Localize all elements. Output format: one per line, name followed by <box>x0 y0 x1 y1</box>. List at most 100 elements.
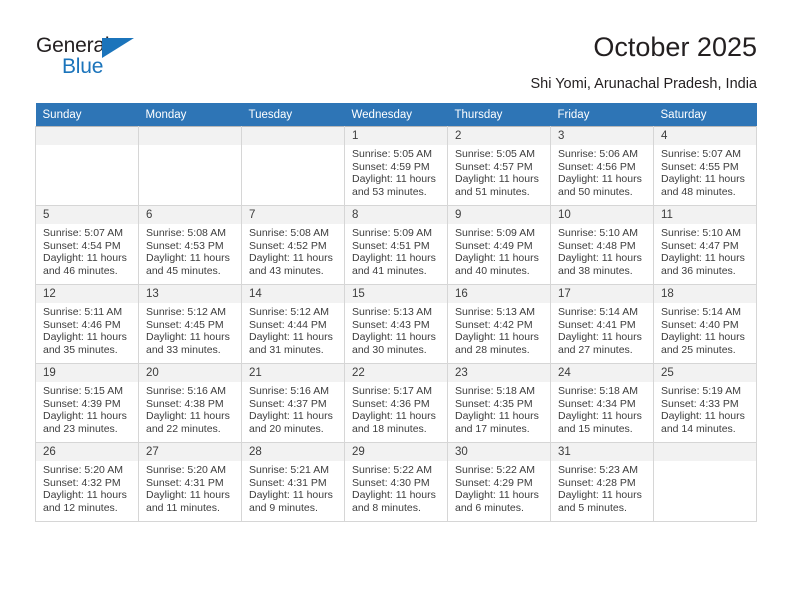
calendar-day-cell[interactable]: 27 Sunrise: 5:20 AM Sunset: 4:31 PM Dayligh… <box>138 442 242 522</box>
sunrise-time: Sunrise: 5:19 AM <box>661 385 741 397</box>
daylight-duration-line1: Daylight: 11 hours <box>249 410 333 423</box>
daylight-duration-line1: Daylight: 11 hours <box>558 331 642 344</box>
day-number: 11 <box>654 206 756 224</box>
calendar-day-cell[interactable]: 21 Sunrise: 5:16 AM Sunset: 4:37 PM Dayligh… <box>241 363 345 443</box>
sunrise-time: Sunrise: 5:10 AM <box>661 227 741 239</box>
daylight-duration-line2: and 38 minutes. <box>558 264 633 277</box>
sunset-time: Sunset: 4:31 PM <box>146 476 224 489</box>
calendar-day-cell[interactable]: 17 Sunrise: 5:14 AM Sunset: 4:41 PM Dayligh… <box>550 284 654 364</box>
daylight-duration-line2: and 11 minutes. <box>146 501 220 514</box>
calendar-day-cell[interactable]: 13 Sunrise: 5:12 AM Sunset: 4:45 PM Dayligh… <box>138 284 242 364</box>
calendar-week-row: 12 Sunrise: 5:11 AM Sunset: 4:46 PM Dayligh… <box>35 284 757 364</box>
calendar-day-cell[interactable]: 30 Sunrise: 5:22 AM Sunset: 4:29 PM Dayligh… <box>447 442 551 522</box>
daylight-duration-line2: and 8 minutes. <box>352 501 421 514</box>
calendar-day-cell[interactable]: 24 Sunrise: 5:18 AM Sunset: 4:34 PM Dayligh… <box>550 363 654 443</box>
sunset-time: Sunset: 4:57 PM <box>455 160 533 173</box>
daylight-duration-line1: Daylight: 11 hours <box>352 173 436 186</box>
calendar-day-cell[interactable]: 19 Sunrise: 5:15 AM Sunset: 4:39 PM Dayligh… <box>35 363 139 443</box>
daylight-duration-line2: and 50 minutes. <box>558 185 633 198</box>
calendar-day-cell[interactable]: 2 Sunrise: 5:05 AM Sunset: 4:57 PM Daylight… <box>447 126 551 206</box>
daylight-duration-line2: and 33 minutes. <box>146 343 221 356</box>
calendar-day-cell[interactable]: 25 Sunrise: 5:19 AM Sunset: 4:33 PM Dayligh… <box>653 363 757 443</box>
calendar-day-cell[interactable]: 14 Sunrise: 5:12 AM Sunset: 4:44 PM Dayligh… <box>241 284 345 364</box>
sunset-time: Sunset: 4:53 PM <box>146 239 224 252</box>
day-details: Sunrise: 5:06 AM Sunset: 4:56 PM Daylight:… <box>551 145 653 198</box>
daylight-duration-line2: and 30 minutes. <box>352 343 427 356</box>
sunset-time: Sunset: 4:33 PM <box>661 397 739 410</box>
daylight-duration-line1: Daylight: 11 hours <box>146 331 230 344</box>
daylight-duration-line2: and 15 minutes. <box>558 422 633 435</box>
sunrise-time: Sunrise: 5:23 AM <box>558 464 638 476</box>
sunset-time: Sunset: 4:28 PM <box>558 476 636 489</box>
calendar-day-cell[interactable]: 7 Sunrise: 5:08 AM Sunset: 4:52 PM Daylight… <box>241 205 345 285</box>
calendar-day-cell[interactable]: 6 Sunrise: 5:08 AM Sunset: 4:53 PM Daylight… <box>138 205 242 285</box>
sunset-time: Sunset: 4:36 PM <box>352 397 430 410</box>
calendar-day-cell[interactable]: 31 Sunrise: 5:23 AM Sunset: 4:28 PM Dayligh… <box>550 442 654 522</box>
day-number: 16 <box>448 285 550 303</box>
day-details: Sunrise: 5:20 AM Sunset: 4:31 PM Daylight:… <box>139 461 241 514</box>
calendar-day-cell[interactable]: 12 Sunrise: 5:11 AM Sunset: 4:46 PM Dayligh… <box>35 284 139 364</box>
daylight-duration-line1: Daylight: 11 hours <box>352 410 436 423</box>
daylight-duration-line2: and 51 minutes. <box>455 185 530 198</box>
day-details: Sunrise: 5:05 AM Sunset: 4:59 PM Daylight:… <box>345 145 447 198</box>
daylight-duration-line1: Daylight: 11 hours <box>352 252 436 265</box>
day-number: 19 <box>36 364 138 382</box>
day-details: Sunrise: 5:17 AM Sunset: 4:36 PM Daylight:… <box>345 382 447 435</box>
weekday-header-friday: Friday <box>550 103 654 127</box>
day-number: 3 <box>551 127 653 145</box>
calendar-day-cell[interactable]: 5 Sunrise: 5:07 AM Sunset: 4:54 PM Daylight… <box>35 205 139 285</box>
calendar-day-cell[interactable]: 29 Sunrise: 5:22 AM Sunset: 4:30 PM Dayligh… <box>344 442 448 522</box>
daylight-duration-line1: Daylight: 11 hours <box>43 252 127 265</box>
day-number: 26 <box>36 443 138 461</box>
daylight-duration-line2: and 25 minutes. <box>661 343 736 356</box>
sunrise-time: Sunrise: 5:17 AM <box>352 385 432 397</box>
sunrise-time: Sunrise: 5:15 AM <box>43 385 123 397</box>
daylight-duration-line2: and 48 minutes. <box>661 185 736 198</box>
calendar-day-cell[interactable]: 18 Sunrise: 5:14 AM Sunset: 4:40 PM Dayligh… <box>653 284 757 364</box>
daylight-duration-line2: and 12 minutes. <box>43 501 118 514</box>
day-number: 27 <box>139 443 241 461</box>
daylight-duration-line1: Daylight: 11 hours <box>455 331 539 344</box>
sunrise-time: Sunrise: 5:14 AM <box>558 306 638 318</box>
daylight-duration-line2: and 22 minutes. <box>146 422 221 435</box>
day-number: 31 <box>551 443 653 461</box>
daylight-duration-line2: and 46 minutes. <box>43 264 118 277</box>
calendar-day-cell[interactable]: 9 Sunrise: 5:09 AM Sunset: 4:49 PM Daylight… <box>447 205 551 285</box>
daylight-duration-line1: Daylight: 11 hours <box>558 252 642 265</box>
calendar-day-cell[interactable]: 10 Sunrise: 5:10 AM Sunset: 4:48 PM Dayligh… <box>550 205 654 285</box>
calendar-day-cell[interactable]: 22 Sunrise: 5:17 AM Sunset: 4:36 PM Dayligh… <box>344 363 448 443</box>
calendar-day-cell[interactable]: 28 Sunrise: 5:21 AM Sunset: 4:31 PM Dayligh… <box>241 442 345 522</box>
sunset-time: Sunset: 4:46 PM <box>43 318 121 331</box>
calendar-week-row: 19 Sunrise: 5:15 AM Sunset: 4:39 PM Dayligh… <box>35 363 757 443</box>
day-details: Sunrise: 5:14 AM Sunset: 4:41 PM Daylight:… <box>551 303 653 356</box>
daylight-duration-line2: and 35 minutes. <box>43 343 118 356</box>
calendar-day-cell[interactable]: 4 Sunrise: 5:07 AM Sunset: 4:55 PM Daylight… <box>653 126 757 206</box>
calendar-day-cell[interactable]: 3 Sunrise: 5:06 AM Sunset: 4:56 PM Daylight… <box>550 126 654 206</box>
calendar-day-cell-empty <box>241 126 345 206</box>
day-number: 13 <box>139 285 241 303</box>
calendar-day-cell[interactable]: 8 Sunrise: 5:09 AM Sunset: 4:51 PM Daylight… <box>344 205 448 285</box>
calendar-day-cell[interactable]: 20 Sunrise: 5:16 AM Sunset: 4:38 PM Dayligh… <box>138 363 242 443</box>
calendar-day-cell[interactable]: 1 Sunrise: 5:05 AM Sunset: 4:59 PM Daylight… <box>344 126 448 206</box>
sunrise-time: Sunrise: 5:08 AM <box>146 227 226 239</box>
daylight-duration-line2: and 9 minutes. <box>249 501 318 514</box>
calendar-day-cell[interactable]: 11 Sunrise: 5:10 AM Sunset: 4:47 PM Dayligh… <box>653 205 757 285</box>
day-details: Sunrise: 5:18 AM Sunset: 4:35 PM Daylight:… <box>448 382 550 435</box>
weekday-header-monday: Monday <box>138 103 242 127</box>
day-details: Sunrise: 5:09 AM Sunset: 4:51 PM Daylight:… <box>345 224 447 277</box>
sunset-time: Sunset: 4:47 PM <box>661 239 739 252</box>
calendar-day-cell[interactable]: 23 Sunrise: 5:18 AM Sunset: 4:35 PM Dayligh… <box>447 363 551 443</box>
daylight-duration-line2: and 53 minutes. <box>352 185 427 198</box>
sunset-time: Sunset: 4:49 PM <box>455 239 533 252</box>
general-blue-logo[interactable]: General Blue <box>36 34 144 80</box>
daylight-duration-line1: Daylight: 11 hours <box>558 489 642 502</box>
weekday-header: Sunday Monday Tuesday Wednesday Thursday Frid… <box>35 103 757 127</box>
daylight-duration-line1: Daylight: 11 hours <box>352 331 436 344</box>
daylight-duration-line2: and 41 minutes. <box>352 264 427 277</box>
sunrise-time: Sunrise: 5:08 AM <box>249 227 329 239</box>
day-number: 21 <box>242 364 344 382</box>
calendar-day-cell[interactable]: 26 Sunrise: 5:20 AM Sunset: 4:32 PM Dayligh… <box>35 442 139 522</box>
sunrise-time: Sunrise: 5:16 AM <box>249 385 329 397</box>
calendar-day-cell[interactable]: 16 Sunrise: 5:13 AM Sunset: 4:42 PM Dayligh… <box>447 284 551 364</box>
calendar-day-cell[interactable]: 15 Sunrise: 5:13 AM Sunset: 4:43 PM Dayligh… <box>344 284 448 364</box>
